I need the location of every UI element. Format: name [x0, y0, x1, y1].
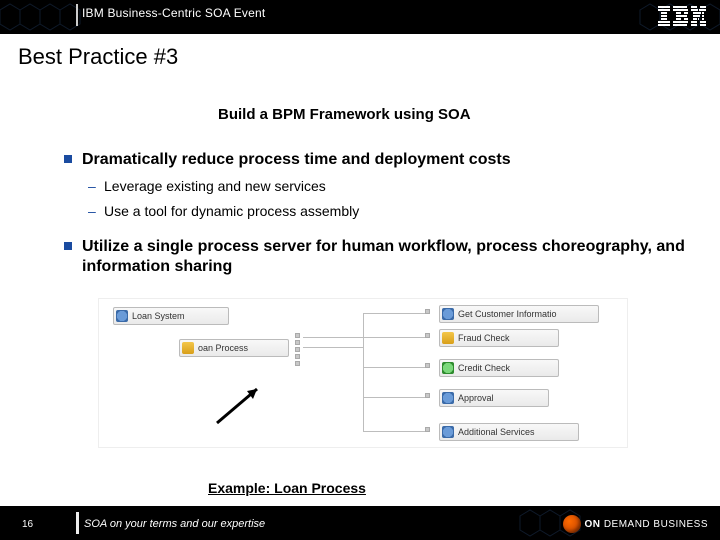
node-label: oan Process	[198, 343, 248, 353]
badge-text: ON DEMAND BUSINESS	[585, 519, 708, 530]
bullet-l2: Use a tool for dynamic process assembly	[60, 202, 690, 221]
ibm-logo	[658, 6, 706, 31]
connector-dot	[425, 309, 430, 314]
process-diagram: Loan System oan Process Get Customer Inf…	[98, 298, 628, 448]
check-icon	[442, 362, 454, 374]
on-demand-badge: ON DEMAND BUSINESS	[563, 514, 708, 534]
connector-line	[303, 347, 363, 348]
diagram-node-credit-check: Credit Check	[439, 359, 559, 377]
badge-demand: DEMAND BUSINESS	[604, 519, 708, 530]
node-label: Loan System	[132, 311, 185, 321]
footer-bar: 16 SOA on your terms and our expertise O…	[0, 506, 720, 540]
footer-tagline: SOA on your terms and our expertise	[84, 518, 265, 530]
connector-dots	[295, 333, 301, 366]
slide: IBM Business-Centric SOA Event	[0, 0, 720, 540]
page-title: Best Practice #3	[18, 44, 178, 70]
header-divider	[76, 4, 78, 26]
bullet-l2: Leverage existing and new services	[60, 177, 690, 196]
gear-icon	[442, 392, 454, 404]
page-number: 16	[22, 519, 33, 530]
bullet-l1: Dramatically reduce process time and dep…	[60, 150, 690, 171]
connector-line	[363, 313, 425, 314]
diagram-node-loan-system: Loan System	[113, 307, 229, 325]
gear-icon	[442, 426, 454, 438]
node-label: Fraud Check	[458, 333, 510, 343]
diagram-node-loan-process: oan Process	[179, 339, 289, 357]
node-label: Get Customer Informatio	[458, 309, 557, 319]
connector-line	[363, 397, 425, 398]
connector-dot	[425, 333, 430, 338]
gear-icon	[442, 308, 454, 320]
connector-line	[303, 337, 425, 338]
event-title: IBM Business-Centric SOA Event	[82, 6, 265, 20]
diagram-node-additional: Additional Services	[439, 423, 579, 441]
bullet-group-2: Utilize a single process server for huma…	[60, 237, 690, 279]
connector-line	[363, 367, 425, 368]
connector-dot	[425, 427, 430, 432]
connector-line	[363, 313, 364, 431]
header-bar: IBM Business-Centric SOA Event	[0, 0, 720, 34]
badge-on: ON	[585, 519, 601, 530]
connector-dot	[425, 363, 430, 368]
connector-line	[363, 431, 425, 432]
node-label: Credit Check	[458, 363, 510, 373]
subtitle: Build a BPM Framework using SOA	[218, 106, 471, 123]
bullet-l1: Utilize a single process server for huma…	[60, 237, 690, 279]
database-icon	[182, 342, 194, 354]
diagram-node-approval: Approval	[439, 389, 549, 407]
node-label: Approval	[458, 393, 494, 403]
diagram-node-customer-info: Get Customer Informatio	[439, 305, 599, 323]
connector-dot	[425, 393, 430, 398]
gear-icon	[116, 310, 128, 322]
badge-icon	[563, 515, 581, 533]
database-icon	[442, 332, 454, 344]
bullet-group-1: Dramatically reduce process time and dep…	[60, 150, 690, 221]
node-label: Additional Services	[458, 427, 535, 437]
diagram-node-fraud-check: Fraud Check	[439, 329, 559, 347]
footer-divider	[76, 512, 79, 534]
arrow-icon	[209, 381, 269, 431]
example-label: Example: Loan Process	[208, 480, 366, 496]
content-area: Dramatically reduce process time and dep…	[60, 150, 690, 294]
